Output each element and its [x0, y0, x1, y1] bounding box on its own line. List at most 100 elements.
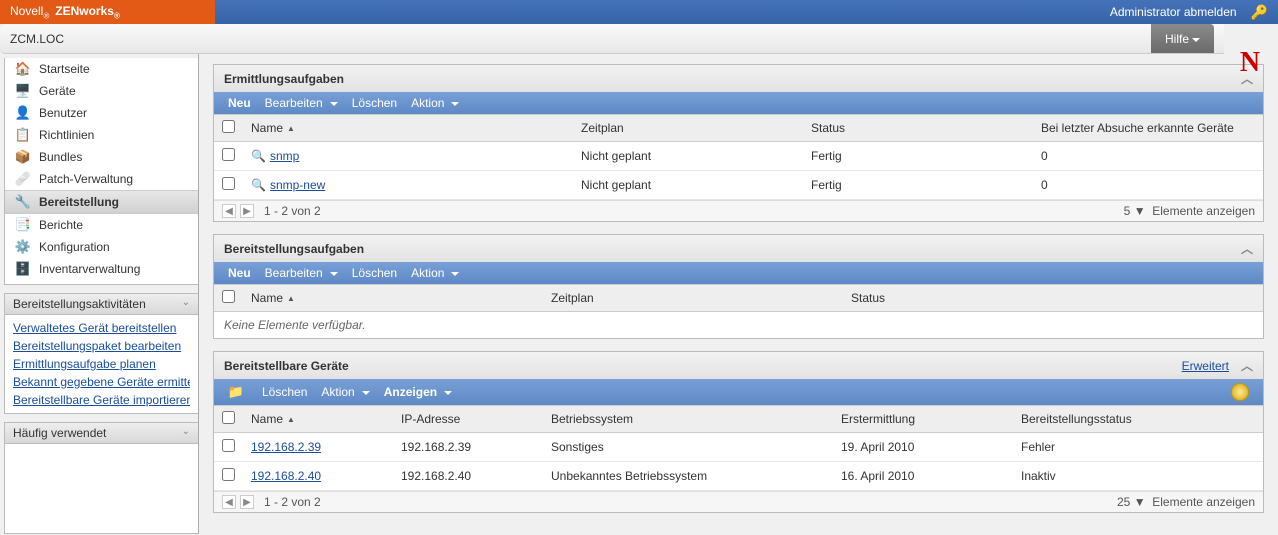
magnify-icon[interactable]: 🔍: [251, 178, 266, 192]
device-link[interactable]: 192.168.2.39: [251, 440, 321, 454]
sidebar-item-bereitstellung[interactable]: 🔧Bereitstellung: [5, 190, 198, 214]
col-ip[interactable]: IP-Adresse: [393, 406, 543, 433]
activity-link[interactable]: Verwaltetes Gerät bereitstellen: [13, 319, 190, 337]
cell-deploystatus: Fehler: [1013, 433, 1263, 462]
cell-count: 0: [1033, 171, 1263, 200]
cell-ip: 192.168.2.40: [393, 462, 543, 491]
select-all-checkbox[interactable]: [222, 120, 235, 133]
globe-icon[interactable]: [1231, 383, 1249, 401]
activity-link[interactable]: Bereitstellbare Geräte importieren: [13, 391, 190, 409]
sidebar-item-geräte[interactable]: 🖥️ Geräte: [5, 80, 198, 102]
select-all-checkbox[interactable]: [222, 411, 235, 424]
delete-button[interactable]: Löschen: [262, 385, 307, 399]
select-all-checkbox[interactable]: [222, 290, 235, 303]
folder-up-icon[interactable]: 📁: [228, 385, 244, 399]
sidebar-item-label: Richtlinien: [39, 128, 94, 142]
page-size-selector[interactable]: 25 ▼ Elemente anzeigen: [1117, 495, 1255, 509]
edit-button[interactable]: Bearbeiten: [265, 96, 338, 110]
cell-schedule: Nicht geplant: [573, 171, 803, 200]
cell-schedule: Nicht geplant: [573, 142, 803, 171]
collapse-icon[interactable]: ︿: [1241, 240, 1253, 257]
nav-icon: ⚙️: [15, 239, 31, 255]
action-button[interactable]: Aktion: [411, 96, 459, 110]
table-row: 🔍 snmp-new Nicht geplantFertig0: [214, 171, 1263, 200]
sidebar-item-patch-verwaltung[interactable]: 🩹Patch-Verwaltung: [5, 168, 198, 190]
pager: ◀ ▶ 1 - 2 von 2 25 ▼ Elemente anzeigen: [214, 491, 1263, 512]
sidebar-item-label: Startseite: [39, 62, 90, 76]
nav-icon: 🖥️: [15, 83, 31, 99]
collapse-icon[interactable]: ︿: [1241, 357, 1253, 374]
page-next-button[interactable]: ▶: [240, 495, 254, 509]
col-last-scan[interactable]: Bei letzter Absuche erkannte Geräte: [1033, 115, 1263, 142]
sidebar-item-inventarverwaltung[interactable]: 🗄️Inventarverwaltung: [5, 258, 198, 280]
col-schedule[interactable]: Zeitplan: [573, 115, 803, 142]
cell-os: Unbekanntes Betriebssystem: [543, 462, 833, 491]
toolbar: Neu Bearbeiten Löschen Aktion: [214, 92, 1263, 114]
col-status[interactable]: Status: [843, 285, 1263, 312]
cell-deploystatus: Inaktiv: [1013, 462, 1263, 491]
magnify-icon[interactable]: 🔍: [251, 149, 266, 163]
breadcrumb-bar: ZCM.LOC Hilfe: [0, 24, 1224, 54]
sidebar-item-label: Berichte: [39, 218, 83, 232]
action-button[interactable]: Aktion: [411, 266, 459, 280]
nav-icon: 📦: [15, 149, 31, 165]
page-prev-button[interactable]: ◀: [222, 204, 236, 218]
sidebar-item-richtlinien[interactable]: 📋Richtlinien: [5, 124, 198, 146]
page-prev-button[interactable]: ◀: [222, 495, 236, 509]
cell-os: Sonstiges: [543, 433, 833, 462]
sidebar-item-label: Benutzer: [39, 106, 87, 120]
edit-button[interactable]: Bearbeiten: [265, 266, 338, 280]
brand: Novell® ZENworks®: [0, 0, 215, 24]
toolbar: 📁 Löschen Aktion Anzeigen: [214, 379, 1263, 405]
page-size-selector[interactable]: 5 ▼ Elemente anzeigen: [1124, 204, 1255, 218]
task-link[interactable]: snmp-new: [270, 178, 325, 192]
activities-header[interactable]: Bereitstellungsaktivitäten⌄: [4, 293, 198, 315]
col-schedule[interactable]: Zeitplan: [543, 285, 843, 312]
key-icon[interactable]: 🔑: [1251, 4, 1268, 21]
panel-deploy-tasks: Bereitstellungsaufgaben ︿ Neu Bearbeiten…: [213, 234, 1264, 339]
chevron-icon: ⌄: [182, 297, 190, 311]
task-link[interactable]: snmp: [270, 149, 299, 163]
col-name[interactable]: Name: [251, 412, 295, 426]
nav-icon: 🏠: [15, 61, 31, 77]
logout-link[interactable]: Administrator abmelden: [1110, 5, 1237, 19]
col-status[interactable]: Status: [803, 115, 1033, 142]
expand-link[interactable]: Erweitert: [1182, 359, 1229, 373]
sidebar-item-startseite[interactable]: 🏠 Startseite: [5, 58, 198, 80]
help-button[interactable]: Hilfe: [1151, 24, 1214, 53]
sidebar-item-konfiguration[interactable]: ⚙️ Konfiguration: [5, 236, 198, 258]
col-deploystatus[interactable]: Bereitstellungsstatus: [1013, 406, 1263, 433]
cell-status: Fertig: [803, 171, 1033, 200]
sidebar-item-berichte[interactable]: 📑Berichte: [5, 214, 198, 236]
nav-icon: 🔧: [15, 194, 31, 210]
sidebar-item-bundles[interactable]: 📦Bundles: [5, 146, 198, 168]
col-name[interactable]: Name: [251, 291, 295, 305]
row-checkbox[interactable]: [222, 177, 235, 190]
new-button[interactable]: Neu: [228, 266, 251, 280]
row-checkbox[interactable]: [222, 148, 235, 161]
delete-button[interactable]: Löschen: [352, 96, 397, 110]
col-os[interactable]: Betriebssystem: [543, 406, 833, 433]
col-name[interactable]: Name: [251, 121, 295, 135]
pager-text: 1 - 2 von 2: [264, 204, 321, 218]
page-next-button[interactable]: ▶: [240, 204, 254, 218]
discovery-table: Name Zeitplan Status Bei letzter Absuche…: [214, 114, 1263, 200]
activity-link[interactable]: Bereitstellungspaket bearbeiten: [13, 337, 190, 355]
activity-link[interactable]: Bekannt gegebene Geräte ermitteln: [13, 373, 190, 391]
activity-link[interactable]: Ermittlungsaufgabe planen: [13, 355, 190, 373]
sidebar-nav: 🏠 Startseite 🖥️ Geräte 👤Benutzer📋Richtlinien…: [4, 58, 198, 285]
new-button[interactable]: Neu: [228, 96, 251, 110]
sidebar-item-label: Konfiguration: [39, 240, 110, 254]
row-checkbox[interactable]: [222, 439, 235, 452]
show-button[interactable]: Anzeigen: [384, 385, 452, 399]
panel-discovery-tasks: Ermittlungsaufgaben ︿ Neu Bearbeiten Lös…: [213, 64, 1264, 222]
col-firstdiscovery[interactable]: Erstermittlung: [833, 406, 1013, 433]
frequent-header[interactable]: Häufig verwendet⌄: [4, 422, 198, 444]
device-link[interactable]: 192.168.2.40: [251, 469, 321, 483]
action-button[interactable]: Aktion: [321, 385, 369, 399]
row-checkbox[interactable]: [222, 468, 235, 481]
delete-button[interactable]: Löschen: [352, 266, 397, 280]
panel-title: Ermittlungsaufgaben ︿: [214, 65, 1263, 92]
sidebar-item-benutzer[interactable]: 👤Benutzer: [5, 102, 198, 124]
sidebar-item-label: Geräte: [39, 84, 76, 98]
